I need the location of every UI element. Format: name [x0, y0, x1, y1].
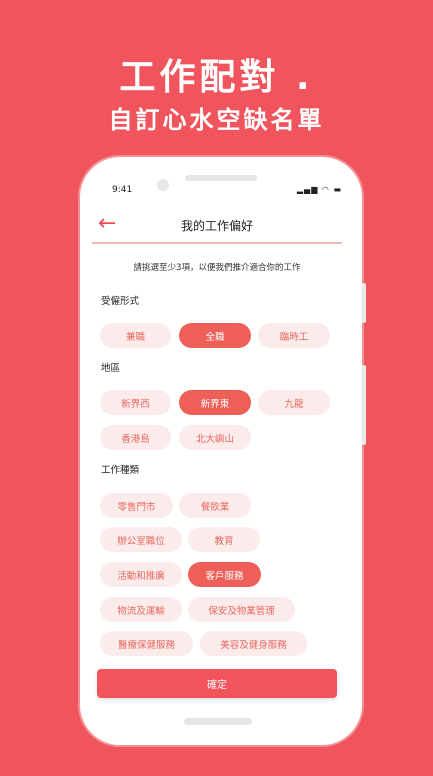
status-icons: ▂▄▆ ◠ ▬ [297, 185, 342, 194]
signal-icon: ▂▄▆ [296, 185, 319, 194]
chip-nt-west[interactable]: 新界西 [100, 390, 171, 415]
promo-title: 工作配對 . [119, 57, 314, 98]
status-time: 9:41 [112, 185, 133, 195]
confirm-button[interactable]: 確定 [97, 669, 337, 698]
chip-north-lantau[interactable]: 北大嶼山 [179, 425, 251, 450]
app-header: ← 我的工作偏好 [92, 210, 342, 244]
battery-icon: ▬ [333, 185, 342, 194]
chip-customer-service[interactable]: 客戶服務 [188, 562, 261, 587]
page-title: 我的工作偏好 [180, 219, 253, 233]
chip-healthcare[interactable]: 醫療保健服務 [100, 631, 193, 656]
phone-speaker [185, 175, 257, 181]
chip-events-promotion[interactable]: 活動和推廣 [100, 562, 182, 587]
promo-subtitle: 自訂心水空缺名單 [108, 106, 325, 134]
phone-side-button [362, 365, 366, 445]
status-bar: 9:41 ▂▄▆ ◠ ▬ [92, 185, 350, 199]
chip-kowloon[interactable]: 九龍 [258, 390, 330, 415]
home-indicator [184, 718, 252, 725]
chip-full-time[interactable]: 全職 [179, 323, 251, 348]
chip-education[interactable]: 教育 [188, 527, 260, 552]
chip-logistics[interactable]: 物流及運輸 [100, 597, 182, 622]
section-title-job-type: 工作種類 [101, 465, 140, 476]
chip-beauty-fitness[interactable]: 美容及健身服務 [200, 631, 307, 656]
chip-nt-east[interactable]: 新界東 [179, 390, 251, 415]
chip-retail[interactable]: 零售門市 [100, 493, 173, 518]
chip-part-time[interactable]: 兼職 [100, 323, 171, 348]
section-title-district: 地區 [101, 363, 121, 374]
instruction-text: 請挑選至少3項，以便我們推介適合你的工作 [133, 263, 301, 273]
chip-temporary[interactable]: 臨時工 [258, 323, 330, 348]
phone-side-button [362, 283, 366, 323]
chip-security-property[interactable]: 保安及物業管理 [188, 597, 295, 622]
chip-catering[interactable]: 餐飲業 [179, 493, 251, 518]
wifi-icon: ◠ [321, 185, 330, 194]
chip-hk-island[interactable]: 香港島 [100, 425, 171, 450]
phone-frame: 9:41 ▂▄▆ ◠ ▬ ← 我的工作偏好 請挑選至少3項，以便我們推介適合你的… [80, 157, 366, 745]
section-title-employment: 受僱形式 [101, 296, 140, 307]
chip-office[interactable]: 辦公室職位 [100, 527, 182, 552]
